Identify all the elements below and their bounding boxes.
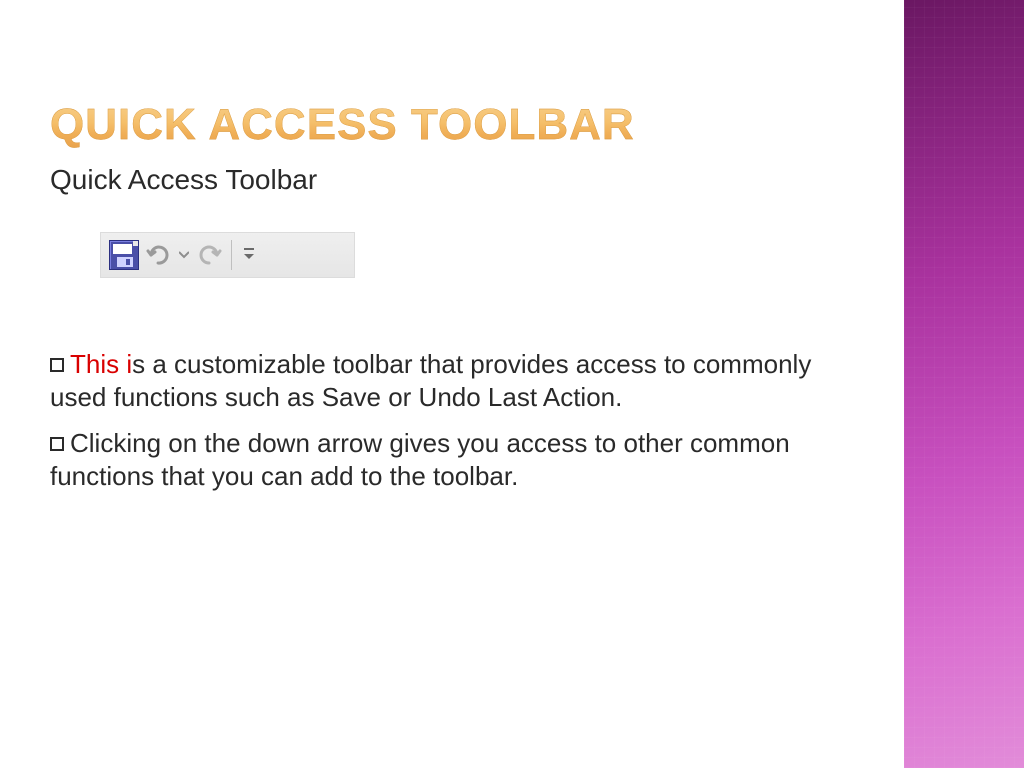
redo-icon xyxy=(197,243,223,267)
body-text: This is a customizable toolbar that prov… xyxy=(50,348,860,492)
redo-button[interactable] xyxy=(193,238,227,272)
slide-title: QUICK ACCESS TOOLBAR xyxy=(50,100,860,150)
chevron-down-icon xyxy=(179,251,189,259)
save-icon xyxy=(109,240,139,270)
bullet-square-icon xyxy=(50,358,64,372)
bullet-2-text: Clicking on the down arrow gives you acc… xyxy=(50,428,790,491)
slide-subtitle: Quick Access Toolbar xyxy=(50,164,860,196)
undo-icon xyxy=(145,244,171,266)
customize-qat-icon xyxy=(242,246,256,264)
side-accent-bar xyxy=(904,0,1024,768)
undo-button[interactable] xyxy=(141,238,175,272)
slide: QUICK ACCESS TOOLBAR Quick Access Toolba… xyxy=(0,0,1024,768)
bullet-1-text: s a customizable toolbar that provides a… xyxy=(50,349,811,412)
save-button[interactable] xyxy=(107,238,141,272)
customize-qat-button[interactable] xyxy=(236,238,262,272)
bullet-1: This is a customizable toolbar that prov… xyxy=(50,348,860,413)
bullet-1-highlight: This i xyxy=(70,349,132,379)
bullet-square-icon xyxy=(50,437,64,451)
toolbar-separator xyxy=(231,240,232,270)
slide-content: QUICK ACCESS TOOLBAR Quick Access Toolba… xyxy=(0,0,900,768)
undo-menu-button[interactable] xyxy=(175,251,193,259)
bullet-2: Clicking on the down arrow gives you acc… xyxy=(50,427,860,492)
quick-access-toolbar xyxy=(100,232,355,278)
